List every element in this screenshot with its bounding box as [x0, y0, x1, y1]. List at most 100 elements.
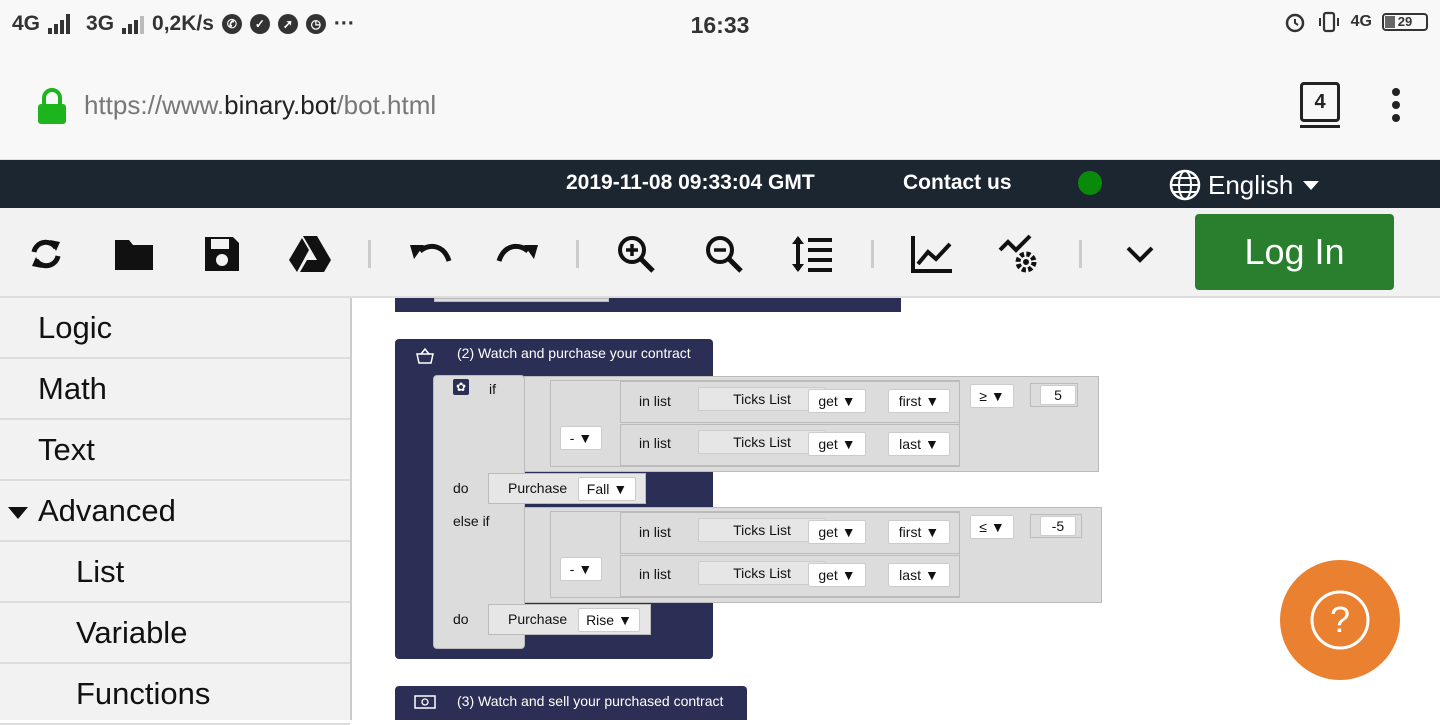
get-dropdown[interactable]: get ▼: [808, 432, 866, 456]
ticks-list-variable[interactable]: Ticks List: [698, 518, 826, 542]
sidebar-item-label: Logic: [38, 309, 113, 345]
zoom-out-icon: [706, 236, 743, 273]
in-list-label: in list: [639, 566, 671, 582]
toolbar: Log In: [0, 208, 1440, 298]
alarm-clock-icon: [1285, 13, 1304, 33]
sidebar-item-functions[interactable]: Functions: [0, 664, 350, 725]
gear-icon[interactable]: ✿: [453, 379, 469, 395]
vibrate-icon: [1318, 11, 1339, 33]
floppy-disk-icon: [205, 237, 239, 271]
sidebar-item-variable[interactable]: Variable: [0, 603, 350, 664]
status-right: 4G 29: [1283, 10, 1428, 34]
toolbar-divider: [576, 240, 579, 268]
first-dropdown[interactable]: first ▼: [888, 520, 950, 544]
ticks-list-variable[interactable]: Ticks List: [698, 561, 826, 585]
sidebar-item-text[interactable]: Text: [0, 420, 350, 481]
help-symbol: ?: [1330, 599, 1350, 640]
zoom-in-button[interactable]: [614, 232, 658, 276]
if-label: if: [489, 381, 496, 397]
minus-operator-dropdown-1[interactable]: - ▼: [560, 426, 602, 450]
contact-us-link[interactable]: Contact us: [903, 171, 1012, 195]
sidebar-item-list[interactable]: List: [0, 542, 350, 603]
sidebar-item-label: Functions: [76, 675, 211, 711]
reset-button[interactable]: [24, 232, 68, 276]
last-dropdown[interactable]: last ▼: [888, 563, 950, 587]
rearrange-button[interactable]: [790, 232, 834, 276]
toolbar-divider: [1079, 240, 1082, 268]
status-time: 16:33: [690, 12, 750, 38]
help-button[interactable]: ?: [1280, 560, 1400, 680]
basket-icon: [416, 348, 434, 364]
sidebar-item-label: Advanced: [38, 492, 176, 528]
battery-level: 29: [1397, 14, 1413, 29]
chart-settings-icon: [998, 234, 1037, 273]
in-list-label: in list: [639, 435, 671, 451]
purchase-label: Purchase: [508, 480, 568, 496]
undo-button[interactable]: [408, 232, 452, 276]
ticks-list-variable[interactable]: Ticks List: [698, 430, 826, 454]
number-value-2[interactable]: -5: [1040, 516, 1076, 536]
first-dropdown[interactable]: first ▼: [888, 389, 950, 413]
zoom-out-button[interactable]: [702, 232, 746, 276]
rise-dropdown[interactable]: Rise ▼: [578, 608, 640, 632]
server-time: 2019-11-08 09:33:04 GMT: [566, 171, 815, 194]
language-selector[interactable]: English: [1168, 168, 1320, 202]
ticks-list-variable[interactable]: Ticks List: [698, 387, 826, 411]
do-label-2: do: [453, 611, 469, 627]
google-drive-icon: [289, 236, 331, 272]
undo-icon: [410, 243, 452, 262]
redo-button[interactable]: [496, 232, 540, 276]
line-chart-icon: [911, 236, 952, 273]
lte-label: 4G: [1350, 13, 1372, 30]
connection-status-indicator: [1078, 171, 1102, 195]
chevron-down-icon: [1303, 180, 1320, 190]
trading-view-button[interactable]: [998, 232, 1042, 276]
sidebar-item-label: Text: [38, 431, 95, 467]
sidebar-item-math[interactable]: Math: [0, 359, 350, 420]
refresh-icon: [31, 239, 61, 269]
number-value-1[interactable]: 5: [1040, 385, 1076, 405]
else-if-label: else if: [453, 513, 490, 529]
save-button[interactable]: [200, 232, 244, 276]
get-dropdown[interactable]: get ▼: [808, 389, 866, 413]
google-drive-button[interactable]: [288, 232, 332, 276]
sort-lines-icon: [792, 236, 832, 272]
url-field[interactable]: https://www.binary.bot/bot.html: [84, 90, 436, 121]
browser-menu-icon[interactable]: [1392, 88, 1404, 127]
url-prefix: https://www.: [84, 90, 225, 120]
globe-icon: [1169, 169, 1201, 201]
lock-icon: [38, 88, 66, 124]
folder-icon: [115, 240, 153, 270]
login-button[interactable]: Log In: [1195, 214, 1394, 290]
sidebar-item-label: Variable: [76, 614, 188, 650]
more-tools-button[interactable]: [1118, 232, 1162, 276]
minus-operator-dropdown-2[interactable]: - ▼: [560, 557, 602, 581]
status-bar: 4G 3G 0,2K/s ✆ ✓ ➚ ◷ ··· 16:33 4G 29: [0, 0, 1440, 50]
question-mark-icon: ?: [1310, 590, 1370, 650]
blockly-workspace[interactable]: (2) Watch and purchase your contract ✿ i…: [352, 298, 1440, 720]
sidebar-item-label: List: [76, 553, 125, 589]
do-label-1: do: [453, 480, 469, 496]
sidebar-item-logic[interactable]: Logic: [0, 298, 350, 359]
toolbar-divider: [871, 240, 874, 268]
tab-switcher-button[interactable]: 4: [1300, 82, 1340, 128]
chevron-down-icon: [1126, 246, 1154, 263]
get-dropdown[interactable]: get ▼: [808, 563, 866, 587]
expand-triangle-icon: [8, 507, 28, 519]
url-domain: binary.bot: [224, 90, 337, 120]
block-1-socket: [434, 298, 609, 302]
get-dropdown[interactable]: get ▼: [808, 520, 866, 544]
language-label: English: [1208, 169, 1294, 200]
in-list-label: in list: [639, 393, 671, 409]
fall-dropdown[interactable]: Fall ▼: [578, 477, 636, 501]
last-dropdown[interactable]: last ▼: [888, 432, 950, 456]
sidebar-item-advanced[interactable]: Advanced: [0, 481, 350, 542]
zoom-in-icon: [618, 236, 655, 273]
chart-button[interactable]: [910, 232, 954, 276]
redo-icon: [496, 243, 538, 262]
load-button[interactable]: [112, 232, 156, 276]
block-2-title: (2) Watch and purchase your contract: [457, 345, 691, 361]
gte-operator-dropdown[interactable]: ≥ ▼: [970, 384, 1014, 408]
block-category-sidebar: Logic Math Text Advanced List Variable F…: [0, 298, 352, 725]
lte-operator-dropdown[interactable]: ≤ ▼: [970, 515, 1014, 539]
